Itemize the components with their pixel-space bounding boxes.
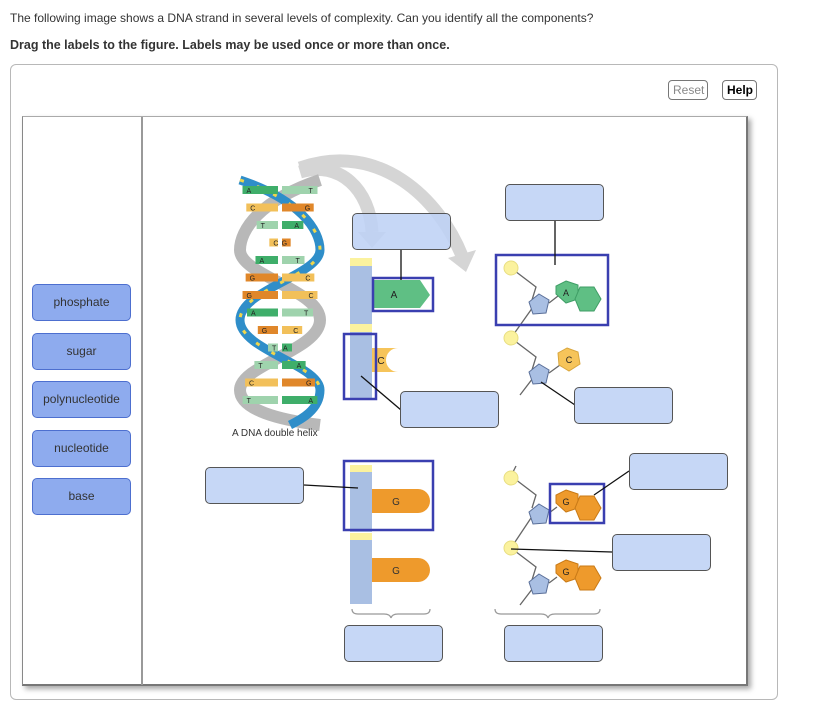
base-guanine-ring2: [574, 565, 602, 591]
phosphate-circle: [503, 540, 519, 556]
base-adenine-ring2: [574, 286, 602, 312]
base-pair-right: [282, 221, 304, 229]
sugar-block: [350, 472, 372, 532]
base-pair-letter: C: [249, 381, 254, 388]
base-pair-letter: G: [250, 276, 255, 283]
base-letter: C: [377, 356, 384, 367]
drop-target-5[interactable]: [205, 467, 304, 504]
base-letter: G: [562, 497, 569, 507]
base-letter: A: [391, 290, 398, 301]
base-letter: C: [566, 355, 573, 365]
phosphate-block: [350, 533, 372, 540]
sugar-block: [350, 540, 372, 604]
base-letter: A: [563, 288, 569, 298]
base-pair-letter: G: [306, 381, 311, 388]
drop-target-7[interactable]: [612, 534, 711, 571]
phosphate-block: [350, 465, 372, 472]
sugar-block: [350, 266, 372, 324]
base-pair-letter: C: [250, 206, 255, 213]
base-pair-letter: A: [308, 398, 313, 405]
base-pair-letter: A: [247, 188, 252, 195]
drop-target-4[interactable]: [574, 387, 673, 424]
brace-polynucleotide-linear: [351, 608, 431, 619]
base-letter: G: [392, 497, 400, 508]
phosphate-circle: [503, 330, 519, 346]
sugar-pentagon: [528, 363, 550, 385]
base-pair-letter: T: [272, 346, 277, 353]
base-pair-letter: T: [304, 311, 309, 318]
base-pair-letter: G: [247, 293, 252, 300]
phosphate-block: [350, 324, 372, 332]
base-pair-letter: A: [297, 363, 302, 370]
phosphate-circle: [503, 470, 519, 486]
base-pair-right: [282, 308, 314, 317]
helix-caption: A DNA double helix: [232, 428, 318, 439]
base-adenine-shape: [374, 280, 430, 308]
sugar-pentagon: [528, 293, 550, 315]
dna-figure: A TC GT AC GA TG CG CA TG CT AT AC GT A A C A C G G: [233, 154, 630, 619]
double-helix: [233, 174, 327, 431]
base-pair-letter: C: [308, 293, 313, 300]
drop-target-9[interactable]: [504, 625, 603, 662]
drop-target-6[interactable]: [629, 453, 728, 490]
base-pair-letter: T: [309, 188, 314, 195]
base-pair-letter: A: [259, 258, 264, 265]
base-pair-letter: T: [296, 258, 301, 265]
base-pair-letter: A: [251, 311, 256, 318]
sugar-block: [350, 332, 372, 398]
base-pair-letter: G: [282, 241, 287, 248]
base-letter: G: [562, 567, 569, 577]
base-pair-letter: T: [258, 363, 263, 370]
drop-target-3[interactable]: [400, 391, 499, 428]
base-guanine-shape: [372, 489, 430, 513]
base-pair-letter: C: [293, 328, 298, 335]
base-guanine-ring2: [574, 495, 602, 521]
base-pair-letter: T: [261, 223, 266, 230]
base-pair-letter: C: [305, 276, 310, 283]
phosphate-block: [350, 258, 372, 266]
brace-polynucleotide-chain: [494, 608, 601, 619]
drop-target-8[interactable]: [344, 625, 443, 662]
base-pair-letter: T: [247, 398, 252, 405]
base-pair-letter: G: [262, 328, 267, 335]
drop-target-2[interactable]: [505, 184, 604, 221]
drop-target-1[interactable]: [352, 213, 451, 250]
base-letter: G: [392, 566, 400, 577]
base-pair-letter: G: [305, 206, 310, 213]
base-pair-right: [282, 256, 305, 264]
base-pair-letter: C: [273, 241, 278, 248]
base-pair-letter: A: [294, 223, 299, 230]
base-pair-letter: A: [283, 346, 288, 353]
base-pair-right: [282, 326, 303, 334]
phosphate-circle: [503, 260, 519, 276]
sugar-pentagon: [528, 573, 550, 595]
base-guanine-shape: [372, 558, 430, 582]
base-pair-right: [282, 361, 306, 369]
